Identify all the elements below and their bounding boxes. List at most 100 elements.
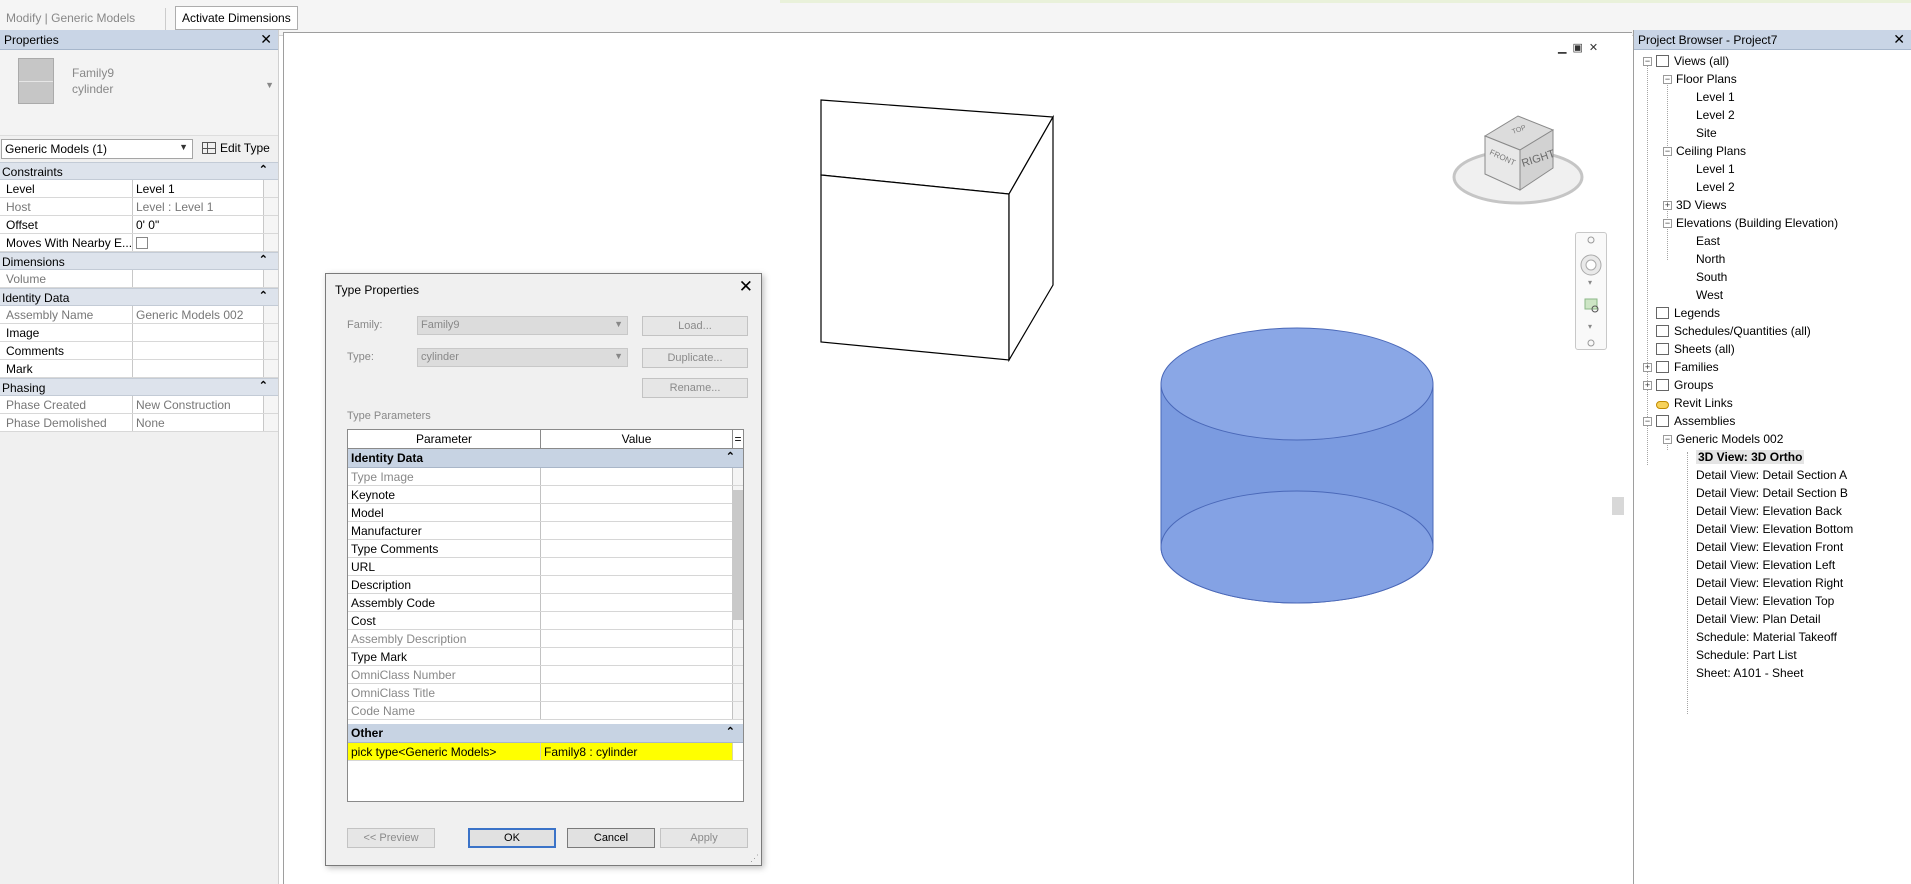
group-phasing[interactable]: Phasing ⌃: [0, 378, 278, 396]
collapse-icon[interactable]: ⌃: [259, 379, 268, 392]
tree-revit-links[interactable]: Revit Links: [1656, 395, 1733, 411]
tree-groups[interactable]: Groups: [1656, 377, 1713, 393]
collapse-icon[interactable]: ⌃: [259, 289, 268, 302]
viewcube[interactable]: RIGHT FRONT TOP: [1452, 115, 1584, 205]
prop-row[interactable]: Offset 0' 0": [0, 216, 278, 234]
resize-grip-icon[interactable]: ⋰: [750, 853, 759, 864]
ok-button[interactable]: OK: [468, 828, 556, 848]
grid-row[interactable]: Manufacturer: [348, 522, 743, 540]
preview-button[interactable]: << Preview: [347, 828, 435, 848]
tree-assembly-item[interactable]: Schedule: Material Takeoff: [1696, 629, 1837, 645]
prop-row[interactable]: Image: [0, 324, 278, 342]
apply-button[interactable]: Apply: [660, 828, 748, 848]
expand-icon[interactable]: +: [1663, 201, 1672, 210]
tree-cp-level-2[interactable]: Level 2: [1696, 179, 1735, 195]
tree-sheets[interactable]: Sheets (all): [1656, 341, 1735, 357]
tree-views-all[interactable]: Views (all): [1656, 53, 1729, 69]
collapse-icon[interactable]: ⌃: [259, 163, 268, 176]
view-window-controls[interactable]: ▁▣✕: [1558, 41, 1604, 54]
param-value[interactable]: [541, 486, 733, 503]
prop-value[interactable]: [133, 360, 264, 377]
tree-assembly-item[interactable]: Detail View: Plan Detail: [1696, 611, 1821, 627]
param-value[interactable]: [541, 576, 733, 593]
tree-assemblies[interactable]: Assemblies: [1656, 413, 1735, 429]
param-value[interactable]: [541, 594, 733, 611]
collapse-icon[interactable]: −: [1663, 147, 1672, 156]
collapse-icon[interactable]: −: [1643, 417, 1652, 426]
prop-row[interactable]: Level Level 1: [0, 180, 278, 198]
tree-el-east[interactable]: East: [1696, 233, 1720, 249]
tree-el-south[interactable]: South: [1696, 269, 1727, 285]
grid-row[interactable]: Model: [348, 504, 743, 522]
collapse-icon[interactable]: ⌃: [259, 253, 268, 266]
tree-assembly-item[interactable]: Detail View: Elevation Top: [1696, 593, 1834, 609]
tree-el-west[interactable]: West: [1696, 287, 1723, 303]
collapse-icon[interactable]: ⌃: [726, 450, 735, 463]
tree-assembly-item[interactable]: Detail View: Elevation Front: [1696, 539, 1843, 555]
moves-with-nearby-checkbox[interactable]: [136, 237, 148, 249]
grid-group-other[interactable]: Other ⌃: [348, 724, 743, 743]
column-header-parameter[interactable]: Parameter: [348, 430, 541, 448]
tree-assembly-item[interactable]: Detail View: Elevation Left: [1696, 557, 1835, 573]
close-icon[interactable]: ✕: [260, 31, 272, 48]
activate-dimensions-button[interactable]: Activate Dimensions: [175, 6, 298, 30]
grid-row[interactable]: Type Comments: [348, 540, 743, 558]
tree-ceiling-plans[interactable]: Ceiling Plans: [1676, 143, 1746, 159]
param-value[interactable]: Family8 : cylinder: [541, 743, 733, 760]
close-icon[interactable]: [1587, 236, 1595, 244]
prop-value[interactable]: New Construction: [133, 396, 264, 413]
cancel-button[interactable]: Cancel: [567, 828, 655, 848]
tree-assembly-item[interactable]: Detail View: Elevation Bottom: [1696, 521, 1853, 537]
tree-assembly-item-selected[interactable]: 3D View: 3D Ortho: [1696, 449, 1805, 465]
cylinder-model[interactable]: [1160, 327, 1434, 604]
collapse-icon[interactable]: −: [1643, 57, 1652, 66]
prop-row[interactable]: Phase Demolished None: [0, 414, 278, 432]
tree-generic-models-002[interactable]: Generic Models 002: [1676, 431, 1783, 447]
grid-row[interactable]: URL: [348, 558, 743, 576]
navigation-bar[interactable]: ▾ ▾: [1575, 232, 1607, 350]
settings-icon[interactable]: [1587, 339, 1595, 347]
close-icon[interactable]: ✕: [1893, 31, 1905, 48]
param-value[interactable]: [541, 612, 733, 629]
prop-value[interactable]: [133, 324, 264, 341]
grid-row[interactable]: Type Mark: [348, 648, 743, 666]
grid-row[interactable]: Code Name: [348, 702, 743, 720]
tree-assembly-item[interactable]: Sheet: A101 - Sheet: [1696, 665, 1803, 681]
tree-cp-level-1[interactable]: Level 1: [1696, 161, 1735, 177]
collapse-icon[interactable]: ⌃: [726, 725, 735, 738]
collapse-icon[interactable]: −: [1663, 75, 1672, 84]
grid-row-pick-type[interactable]: pick type<Generic Models> Family8 : cylin…: [348, 743, 743, 761]
type-selector[interactable]: Family9 cylinder ▼: [0, 50, 278, 136]
grid-row[interactable]: Cost: [348, 612, 743, 630]
param-value[interactable]: [541, 468, 733, 485]
prop-value[interactable]: Level 1: [133, 180, 264, 197]
tree-floor-plans[interactable]: Floor Plans: [1676, 71, 1737, 87]
grid-row[interactable]: Assembly Description: [348, 630, 743, 648]
param-value[interactable]: [541, 630, 733, 647]
grid-row[interactable]: Keynote: [348, 486, 743, 504]
param-value[interactable]: [541, 666, 733, 683]
grid-scrollbar-thumb[interactable]: [732, 490, 743, 620]
prop-row[interactable]: Volume: [0, 270, 278, 288]
tree-el-north[interactable]: North: [1696, 251, 1725, 267]
close-icon[interactable]: ✕: [739, 277, 753, 297]
tree-3d-views[interactable]: 3D Views: [1676, 197, 1726, 213]
param-value[interactable]: [541, 540, 733, 557]
prop-value[interactable]: None: [133, 414, 264, 431]
tree-fp-level-2[interactable]: Level 2: [1696, 107, 1735, 123]
tree-legends[interactable]: Legends: [1656, 305, 1720, 321]
grid-row[interactable]: Description: [348, 576, 743, 594]
param-value[interactable]: [541, 522, 733, 539]
param-value[interactable]: [541, 702, 733, 719]
column-header-value[interactable]: Value: [541, 430, 733, 448]
tree-assembly-item[interactable]: Detail View: Elevation Right: [1696, 575, 1843, 591]
grid-row[interactable]: OmniClass Number: [348, 666, 743, 684]
tree-schedules[interactable]: Schedules/Quantities (all): [1656, 323, 1811, 339]
prop-row[interactable]: Moves With Nearby E...: [0, 234, 278, 252]
tree-fp-site[interactable]: Site: [1696, 125, 1717, 141]
tree-families[interactable]: Families: [1656, 359, 1719, 375]
collapse-icon[interactable]: −: [1663, 435, 1672, 444]
tree-assembly-item[interactable]: Detail View: Detail Section B: [1696, 485, 1848, 501]
prop-value[interactable]: 0' 0": [133, 216, 264, 233]
cube-model[interactable]: [820, 99, 1054, 363]
